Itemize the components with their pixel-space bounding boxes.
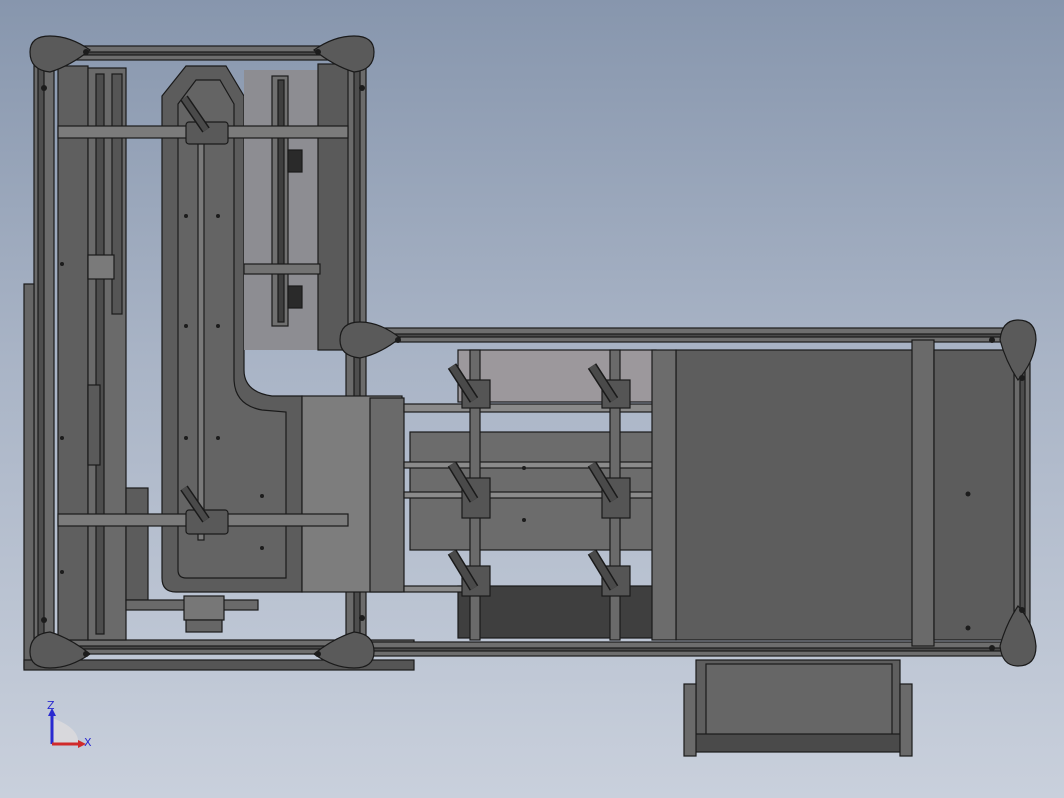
- left-side-plate: [57, 65, 89, 641]
- graphics-viewport[interactable]: Z X: [0, 0, 1064, 798]
- axis-triad: Z X: [47, 699, 92, 749]
- right-large-plate: [675, 349, 917, 641]
- guide-rod: [197, 139, 205, 541]
- z-axis-label: Z: [47, 699, 55, 712]
- left-frame-base-rail: [23, 283, 35, 669]
- cad-assembly-model[interactable]: [0, 0, 1064, 798]
- x-axis-label: X: [84, 736, 92, 749]
